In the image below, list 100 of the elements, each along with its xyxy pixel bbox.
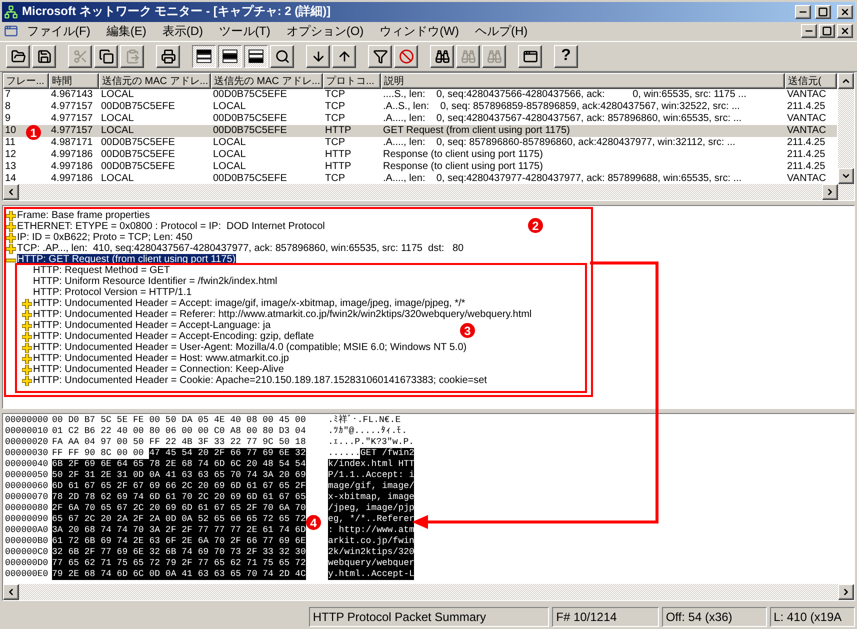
hex-offset: 000000A0 — [5, 524, 50, 536]
expand-icon[interactable] — [22, 342, 32, 352]
minimize-button[interactable] — [795, 4, 811, 19]
scroll-right-button[interactable] — [822, 184, 838, 200]
scroll-up-button[interactable] — [838, 73, 854, 90]
expand-icon[interactable] — [22, 332, 32, 342]
expand-icon[interactable] — [6, 232, 16, 242]
close-icon — [840, 26, 850, 36]
menu-item[interactable]: オプション(O) — [279, 22, 371, 40]
help-button[interactable]: ? — [554, 44, 578, 68]
menu-item[interactable]: ツール(T) — [212, 22, 278, 40]
expand-icon[interactable] — [22, 320, 32, 330]
expand-icon[interactable] — [6, 244, 16, 254]
hex-offset: 000000E0 — [5, 568, 50, 580]
selected-hex-bytes: 3A 20 68 74 74 70 3A 2F 2F 77 77 77 2E 61 74 6D — [52, 524, 306, 536]
maximize-button[interactable] — [815, 4, 831, 19]
column-header[interactable]: 時間 — [49, 73, 99, 90]
expand-icon[interactable] — [6, 222, 16, 232]
window-icon — [522, 48, 538, 64]
pane-layout-icon — [222, 49, 238, 64]
column-header[interactable]: 送信先の MAC アドレ... — [211, 73, 323, 90]
search-icon — [274, 48, 290, 64]
toolbar-button[interactable] — [192, 44, 216, 68]
selected-hex-bytes: 50 2F 31 2E 31 0D 0A 41 63 63 65 70 74 3A 20 69 — [52, 470, 306, 481]
tree-item[interactable]: IP: ID = 0xB622; Proto = TCP; Len: 450 — [17, 232, 192, 243]
scroll-down-button[interactable] — [838, 168, 854, 184]
scissors-icon — [72, 48, 88, 64]
menu-item[interactable]: ファイル(F) — [20, 22, 98, 40]
menu-item[interactable]: 表示(D) — [155, 22, 210, 40]
ascii-text: ...... — [328, 448, 360, 459]
tree-item[interactable]: HTTP: Request Method = GET — [33, 265, 170, 276]
column-header[interactable]: プロトコ... — [323, 73, 381, 90]
hex-offset: 00000080 — [5, 502, 50, 514]
selected-ascii-text: eg, */*..Referer — [328, 514, 414, 525]
expand-icon[interactable] — [22, 354, 32, 364]
column-header[interactable]: 送信元の MAC アドレ... — [99, 73, 211, 90]
selected-ascii-text: k/index.html HTT — [328, 458, 414, 470]
scroll-left-button[interactable] — [3, 184, 19, 200]
expand-icon[interactable] — [6, 210, 16, 220]
scroll-left-button[interactable] — [3, 584, 19, 600]
hex-offset: 00000030 — [5, 448, 50, 459]
selected-ascii-text: P/1.1..Accept: i — [328, 470, 414, 481]
floppy-icon — [36, 48, 52, 64]
restore-button[interactable] — [819, 24, 835, 38]
tree-item[interactable]: HTTP: Undocumented Header = Connection: Keep-Alive — [33, 364, 284, 375]
tree-item[interactable]: ETHERNET: ETYPE = 0x0800 : Protocol = IP: DOD Internet Protocol — [17, 221, 325, 232]
ascii-text: .ｪ...P."K?3"w.P. — [328, 436, 414, 448]
status-panel: F# 10/1214 — [552, 607, 659, 627]
column-header[interactable]: 説明 — [381, 73, 785, 90]
selected-hex-bytes: 32 6B 2F 77 69 6E 32 6B 74 69 70 73 2F 33 32 30 — [52, 546, 306, 558]
hex-bytes: FA AA 04 97 00 50 FF 22 4B 3F 33 22 77 9C 50 18 — [52, 436, 306, 448]
pane-layout-icon — [248, 49, 264, 64]
minimize-button[interactable] — [801, 24, 817, 38]
expand-icon[interactable] — [22, 376, 32, 386]
window-title: Microsoft ネットワーク モニター - [キャプチャ: 2 (詳細)] — [22, 3, 332, 20]
column-header[interactable]: 送信元( — [785, 73, 837, 90]
selected-hex-bytes: 65 67 2C 20 2A 2F 2A 0D 0A 52 65 66 65 72 65 72 — [52, 514, 306, 525]
restore-icon — [822, 26, 832, 36]
menu-item[interactable]: ヘルプ(H) — [468, 22, 535, 40]
scroll-right-button[interactable] — [838, 584, 854, 600]
selected-hex-bytes: 6D 61 67 65 2F 67 69 66 2C 20 69 6D 61 67 65 2F — [52, 480, 306, 492]
selected-hex-bytes: 79 2E 68 74 6D 6C 0D 0A 41 63 63 65 70 74 2D 4C — [52, 568, 306, 580]
selected-ascii-text: : http://www.atm — [328, 524, 414, 536]
tree-item[interactable]: Frame: Base frame properties — [17, 210, 150, 221]
expand-icon[interactable] — [22, 310, 32, 320]
tree-item[interactable]: HTTP: Uniform Resource Identifier = /fwin2k/index.html — [33, 276, 278, 287]
pane-layout-icon — [196, 49, 212, 64]
ascii-text: .ﾂｶ"@.....ﾀｨ.ﾓ. — [328, 426, 408, 437]
left-chevron-icon — [6, 587, 16, 597]
table-cell: 00D0B75C5EFE — [211, 125, 323, 138]
tree-item[interactable]: HTTP: Undocumented Header = Accept-Encoding: gzip, deflate — [33, 331, 314, 342]
tree-item[interactable]: HTTP: Undocumented Header = Referer: http://www.atmarkit.co.jp/fwin2k/win2ktips/320webquery/webquery.html — [33, 309, 532, 320]
selected-ascii-text: y.html..Accept-L — [328, 568, 414, 580]
right-chevron-icon — [825, 187, 835, 197]
toolbar-button[interactable] — [244, 44, 268, 68]
menu-item[interactable]: ウィンドウ(W) — [372, 22, 466, 40]
selected-hex-bytes: 61 72 6B 69 74 2E 63 6F 2E 6A 70 2F 66 77 69 6E — [52, 536, 306, 547]
tree-item[interactable]: HTTP: Undocumented Header = Accept-Language: ja — [33, 320, 271, 331]
hex-bytes: 01 C2 B6 22 40 00 80 06 00 00 C0 A8 00 80 D3 04 — [52, 426, 306, 437]
maximize-icon — [818, 6, 828, 17]
expand-icon[interactable] — [22, 364, 32, 374]
close-button[interactable] — [837, 24, 853, 38]
hex-offset: 00000040 — [5, 458, 50, 470]
status-panel: L: 410 (x19A — [770, 607, 855, 627]
tree-item[interactable]: TCP: .AP..., len: 410, seq:4280437567-4280437977, ack: 857896860, win:65535, src: 1175 dst: 80 — [17, 243, 464, 254]
close-button[interactable] — [837, 4, 853, 19]
tree-item[interactable]: HTTP: Undocumented Header = Accept: image/gif, image/x-xbitmap, image/jpeg, image/pjpeg, */* — [33, 298, 466, 309]
network-icon — [4, 4, 18, 19]
folder-icon — [10, 48, 26, 64]
close-icon — [840, 6, 850, 17]
expand-icon[interactable] — [22, 298, 32, 308]
selected-ascii-text: x-xbitmap, image — [328, 492, 414, 503]
tree-item[interactable]: HTTP: Undocumented Header = User-Agent: Mozilla/4.0 (compatible; MSIE 6.0; Windows NT 5.0) — [33, 342, 467, 353]
toolbar-button[interactable] — [218, 44, 242, 68]
menu-item[interactable]: 編集(E) — [99, 22, 154, 40]
selected-hex-bytes: 77 65 62 71 75 65 72 79 2F 77 65 62 71 75 65 72 — [52, 558, 306, 569]
tree-item[interactable]: HTTP: Protocol Version = HTTP/1.1 — [33, 287, 192, 298]
tree-item[interactable]: HTTP: Undocumented Header = Cookie: Apache=210.150.189.187.152831060141673383; cookie=set — [33, 375, 487, 386]
tree-item[interactable]: HTTP: Undocumented Header = Host: www.atmarkit.co.jp — [33, 353, 289, 364]
column-header[interactable]: フレー... — [3, 73, 49, 90]
